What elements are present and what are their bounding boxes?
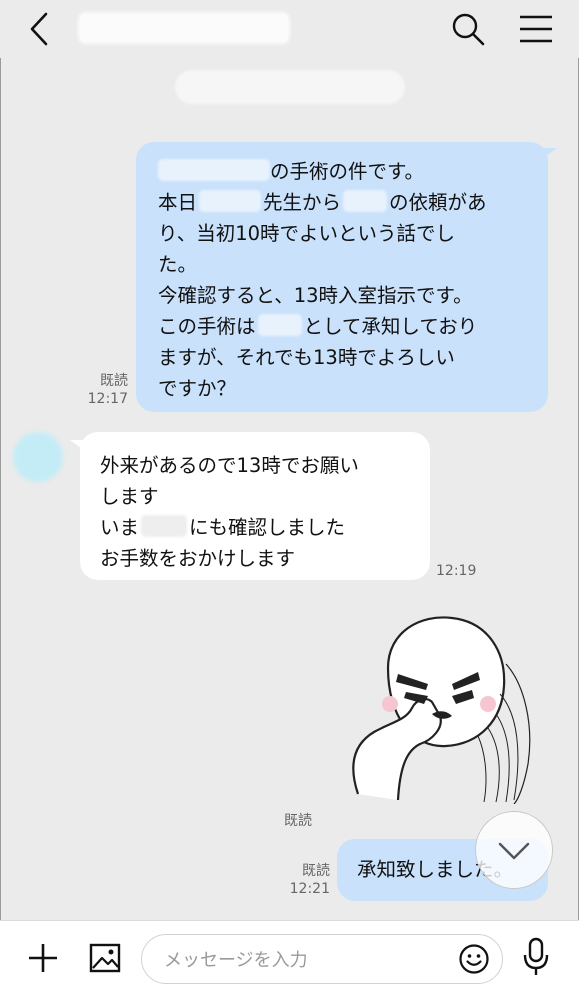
read-receipt: 既読 xyxy=(100,373,128,389)
message-line: た。 xyxy=(158,253,198,276)
search-button[interactable] xyxy=(449,10,487,48)
message-line: り、当初10時でよいという話でし xyxy=(158,222,456,245)
message-composer xyxy=(0,920,579,996)
message-line: いま にも確認しました xyxy=(100,515,346,539)
message-line: 今確認すると、13時入室指示です。 xyxy=(158,284,473,307)
redacted-text xyxy=(199,190,262,212)
message-time: 12:17 xyxy=(87,391,128,407)
contact-avatar[interactable] xyxy=(13,432,63,482)
menu-button[interactable] xyxy=(518,12,554,46)
message-line: ますが、それでも13時でよろしい xyxy=(158,346,455,369)
outgoing-1-meta: 既読 12:17 xyxy=(80,372,128,408)
emoji-button[interactable] xyxy=(458,943,490,975)
bubble-tail xyxy=(543,148,557,158)
microphone-button[interactable] xyxy=(521,937,551,977)
message-line: の手術の件です。 xyxy=(158,156,534,187)
incoming-message-bubble[interactable]: 外来があるので13時でお願い します いま にも確認しました お手数をおかけします xyxy=(70,432,430,580)
image-button[interactable] xyxy=(88,941,122,975)
add-button[interactable] xyxy=(26,941,60,975)
microphone-icon xyxy=(523,937,549,975)
scroll-to-bottom-button[interactable] xyxy=(475,811,553,889)
image-icon xyxy=(89,943,121,973)
message-line: 本日 先生から の依頼があ xyxy=(158,190,487,214)
read-receipt: 既読 xyxy=(284,813,312,829)
redacted-text xyxy=(257,314,302,336)
message-line: お手数をおかけします xyxy=(100,547,296,570)
redacted-text xyxy=(343,190,388,212)
redacted-text xyxy=(141,515,188,537)
message-line: します xyxy=(100,485,159,508)
message-line: この手術は として承知しており xyxy=(158,314,478,338)
plus-icon xyxy=(29,944,57,972)
chevron-down-icon xyxy=(498,842,530,860)
message-time: 12:19 xyxy=(436,563,477,579)
chat-header xyxy=(0,0,579,58)
redacted-text xyxy=(158,159,270,181)
hamburger-menu-icon xyxy=(520,15,552,43)
message-input-field[interactable] xyxy=(141,934,503,985)
read-receipt: 既読 xyxy=(302,863,330,879)
outgoing-2-meta: 既読 12:21 xyxy=(282,862,330,898)
bubble-tail xyxy=(70,440,84,450)
date-separator-redacted xyxy=(175,70,405,104)
chevron-left-icon xyxy=(30,12,48,46)
sticker-image[interactable] xyxy=(328,604,542,804)
message-time: 12:21 xyxy=(289,881,330,897)
message-line: ですか？ xyxy=(158,377,237,400)
back-button[interactable] xyxy=(22,10,58,48)
search-icon xyxy=(452,13,485,46)
smiley-icon xyxy=(459,944,489,974)
message-line: 外来があるので13時でお願い xyxy=(100,454,359,477)
message-input[interactable] xyxy=(162,935,456,985)
chat-title-redacted xyxy=(78,12,290,44)
outgoing-message-bubble[interactable]: の手術の件です。 本日 先生から の依頼があ り、当初10時でよいという話でし た。… xyxy=(136,142,557,412)
